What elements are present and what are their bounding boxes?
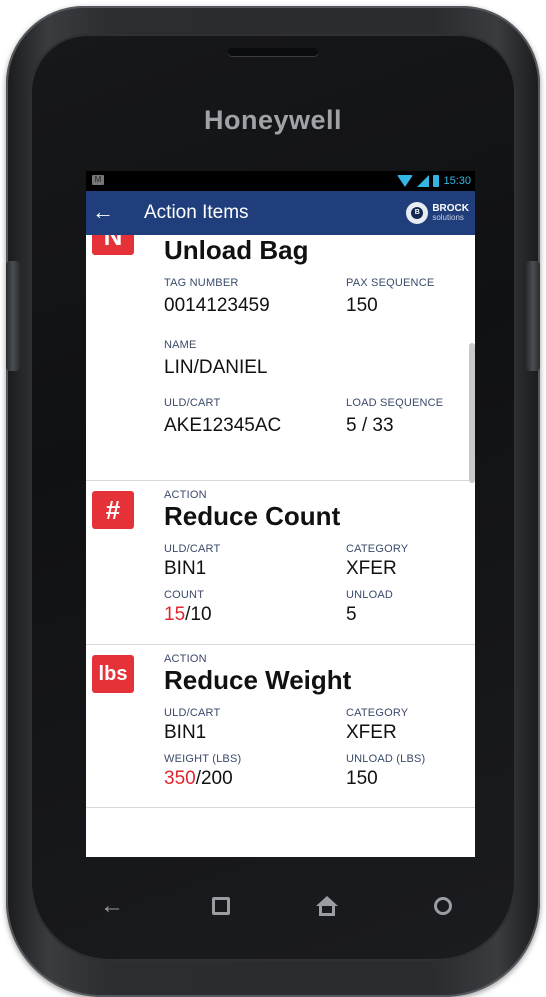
battery-icon [433,175,440,187]
hash-badge-icon: # [92,491,134,529]
target-weight: /200 [195,768,233,789]
field-label: TAG NUMBER [164,277,239,289]
wifi-icon [397,175,414,187]
home-icon[interactable] [316,896,338,918]
field-value: 0014123459 [164,295,270,316]
brock-logo: B BROCK solutions [406,200,469,226]
field-value: XFER [346,558,397,579]
current-count: 15 [164,604,186,625]
action-card-reduce-weight[interactable]: lbs ACTION Reduce Weight ULD/CART BIN1 C… [86,645,475,808]
speaker-grille [228,48,318,56]
card-title: Unload Bag [164,235,309,265]
signal-icon [417,175,430,187]
page-title: Action Items [144,202,249,223]
field-label: ULD/CART [164,707,221,719]
status-time: 15:30 [443,175,471,187]
field-label: NAME [164,339,197,351]
notification-icon: M [92,175,104,185]
field-label: ULD/CART [164,543,221,555]
badge-n-icon: N [92,235,134,255]
target-count: /10 [185,604,212,625]
logo-sub: solutions [432,213,464,222]
field-label: UNLOAD (LBS) [346,753,426,765]
field-label: ULD/CART [164,397,221,409]
field-value: 150 [346,768,378,789]
field-label: CATEGORY [346,543,409,555]
field-value: 350/200 [164,768,233,790]
lbs-badge-icon: lbs [92,655,134,693]
field-value: 5 / 33 [346,415,394,436]
search-icon[interactable] [434,897,452,915]
field-label: WEIGHT (LBS) [164,753,242,765]
status-icons: 15:30 [397,173,471,189]
device-screen: M 15:30 ← Action Items B BROCK solutions… [86,171,475,857]
field-value: 5 [346,604,357,625]
field-label: CATEGORY [346,707,409,719]
field-value: XFER [346,722,397,743]
side-button-right[interactable] [526,261,540,371]
recent-apps-icon[interactable] [212,897,230,915]
back-nav-icon[interactable]: ← [100,894,124,918]
action-label: ACTION [164,653,207,665]
field-value: BIN1 [164,722,207,743]
field-value: LIN/DANIEL [164,357,268,378]
arrow-left-icon[interactable]: ← [92,199,114,225]
brock-logo-icon: B [406,202,429,224]
field-value: 150 [346,295,378,316]
action-card-reduce-count[interactable]: # ACTION Reduce Count ULD/CART BIN1 CATE… [86,481,475,645]
action-label: ACTION [164,489,207,501]
field-label: PAX SEQUENCE [346,277,435,289]
status-bar: M 15:30 [86,171,475,191]
field-value: 15/10 [164,604,212,626]
logo-name: BROCK [432,203,469,214]
card-title: Reduce Count [164,501,341,531]
field-label: UNLOAD [346,589,394,601]
field-value: BIN1 [164,558,207,579]
field-label: COUNT [164,589,205,601]
scrollbar[interactable] [469,343,475,483]
hardware-nav-bar: ← [0,880,546,930]
action-card-unload-bag[interactable]: N Unload Bag TAG NUMBER 0014123459 PAX S… [86,235,475,481]
device-brand-logo: Honeywell [203,105,343,135]
side-button-left[interactable] [6,261,20,371]
card-title: Reduce Weight [164,665,352,695]
action-list[interactable]: N Unload Bag TAG NUMBER 0014123459 PAX S… [86,235,475,857]
field-value: AKE12345AC [164,415,282,436]
current-weight: 350 [164,768,196,789]
action-bar: ← Action Items B BROCK solutions [86,191,475,235]
field-label: LOAD SEQUENCE [346,397,444,409]
